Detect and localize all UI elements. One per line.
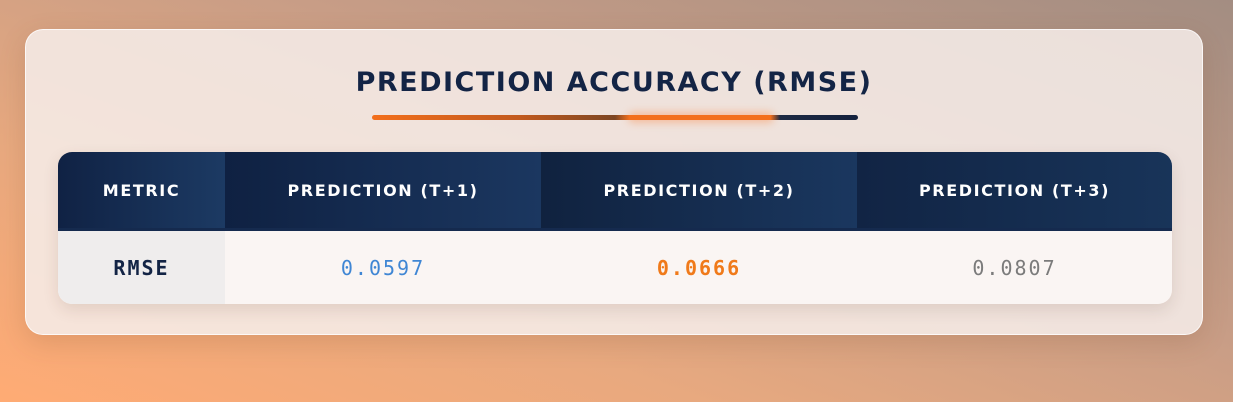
value-cell-t2: 0.0666 — [656, 255, 742, 280]
column-header-metric: METRIC — [58, 152, 225, 228]
table-header-row: METRIC PREDICTION (T+1) PREDICTION (T+2)… — [58, 152, 1172, 231]
results-card: PREDICTION ACCURACY (RMSE) METRIC PREDIC… — [25, 29, 1203, 335]
title-underline — [372, 115, 858, 120]
column-header-t1: PREDICTION (T+1) — [225, 152, 541, 228]
column-header-t3: PREDICTION (T+3) — [857, 152, 1172, 228]
rmse-table: METRIC PREDICTION (T+1) PREDICTION (T+2)… — [58, 152, 1172, 304]
table-row: RMSE 0.0597 0.0666 0.0807 — [58, 231, 1172, 304]
column-header-t2: PREDICTION (T+2) — [541, 152, 857, 228]
value-cell-t3: 0.0807 — [972, 255, 1057, 280]
chart-title: PREDICTION ACCURACY (RMSE) — [355, 67, 873, 98]
value-cell-t1: 0.0597 — [340, 255, 426, 280]
metric-label-cell: RMSE — [58, 231, 225, 304]
